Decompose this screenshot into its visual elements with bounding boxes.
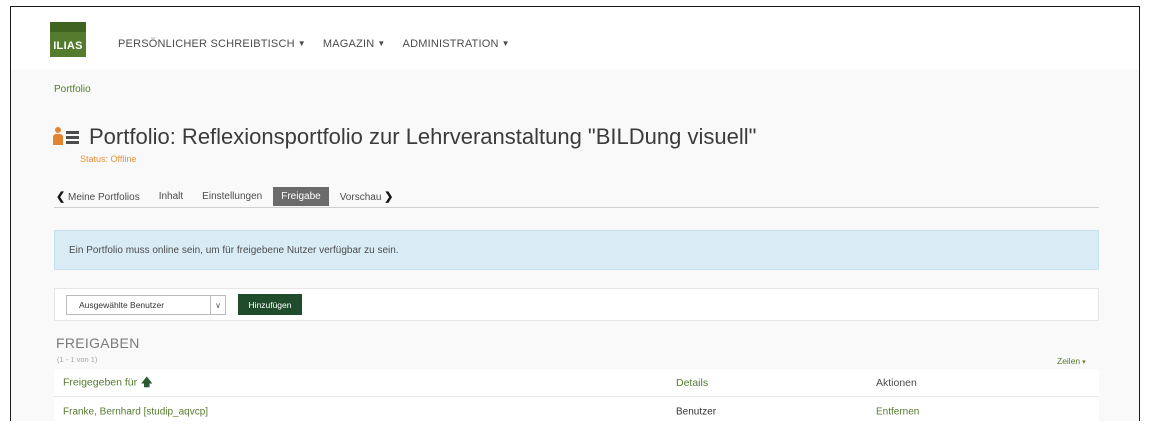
header-label: Freigegeben für [63,376,138,388]
column-header-details[interactable]: Details [676,377,708,389]
rows-dropdown[interactable]: Zeilen ▾ [1057,356,1086,366]
portfolio-icon [53,126,81,148]
app-window: ILIAS PERSÖNLICHER SCHREIBTISCH ▼ MAGAZIN… [10,6,1140,427]
share-details: Benutzer [676,406,717,418]
column-header-actions: Aktionen [876,376,917,389]
nav-label: MAGAZIN [322,38,375,50]
tab-label: Meine Portfolios [68,191,140,203]
table-row: Franke, Bernhard [studip_aqvcp] Benutzer… [54,397,1099,427]
shared-user-link[interactable]: Franke, Bernhard [studip_aqvcp] [63,407,208,418]
top-navigation-bar: ILIAS PERSÖNLICHER SCHREIBTISCH ▼ MAGAZIN… [11,7,1139,69]
nav-administration[interactable]: ADMINISTRATION ▼ [403,38,510,50]
main-content: Portfolio Portfolio: Reflexionsportfolio… [11,69,1139,427]
sort-up-arrow-icon: 🡅 [141,376,153,388]
table-header: Freigegeben für 🡅 Details Aktionen [54,369,1099,397]
ilias-logo[interactable]: ILIAS [50,22,86,57]
tab-preview[interactable]: Vorschau ❯ [332,186,402,207]
chevron-right-icon: ❯ [384,190,394,203]
page-header: Portfolio: Reflexionsportfolio zur Lehrv… [53,124,756,150]
chevron-down-icon: ▼ [297,39,306,48]
breadcrumb[interactable]: Portfolio [54,84,91,95]
tab-label: Vorschau [339,191,382,203]
nav-personal-desktop[interactable]: PERSÖNLICHER SCHREIBTISCH ▼ [118,38,306,50]
chevron-down-icon: ∨ [210,296,225,314]
chevron-down-icon: ▼ [377,39,386,48]
status-text: Status: Offline [80,154,137,164]
section-title: FREIGABEN [56,335,140,351]
tab-bar: ❮ Meine Portfolios Inhalt Einstellungen … [54,185,1099,208]
select-value: Ausgewählte Benutzer [79,300,165,310]
remove-link[interactable]: Entfernen [876,407,919,418]
tab-sharing[interactable]: Freigabe [273,186,329,206]
logo-text: ILIAS [53,40,83,52]
column-header-shared-for[interactable]: Freigegeben für 🡅 [63,373,152,392]
row-counter: (1 - 1 von 1) [57,355,98,364]
rows-label: Zeilen [1057,356,1081,366]
logo-stripe [50,22,86,32]
nav-label: ADMINISTRATION [402,38,499,50]
share-toolbar: Ausgewählte Benutzer ∨ Hinzufügen [54,288,1099,321]
info-message: Ein Portfolio muss online sein, um für f… [54,230,1099,270]
main-nav: PERSÖNLICHER SCHREIBTISCH ▼ MAGAZIN ▼ ADMI… [118,38,510,50]
chevron-down-icon: ▼ [501,39,510,48]
tab-settings[interactable]: Einstellungen [194,187,270,206]
nav-label: PERSÖNLICHER SCHREIBTISCH [118,38,295,50]
shares-table: Freigegeben für 🡅 Details Aktionen Franke… [54,369,1099,427]
user-type-select[interactable]: Ausgewählte Benutzer ∨ [66,295,226,315]
chevron-left-icon: ❮ [56,190,66,203]
page-title: Portfolio: Reflexionsportfolio zur Lehrv… [89,124,757,149]
tab-my-portfolios[interactable]: ❮ Meine Portfolios [54,186,148,207]
tab-content[interactable]: Inhalt [151,187,191,206]
nav-magazin[interactable]: MAGAZIN ▼ [323,38,386,50]
chevron-down-icon: ▾ [1080,359,1086,366]
add-button[interactable]: Hinzufügen [238,294,302,315]
